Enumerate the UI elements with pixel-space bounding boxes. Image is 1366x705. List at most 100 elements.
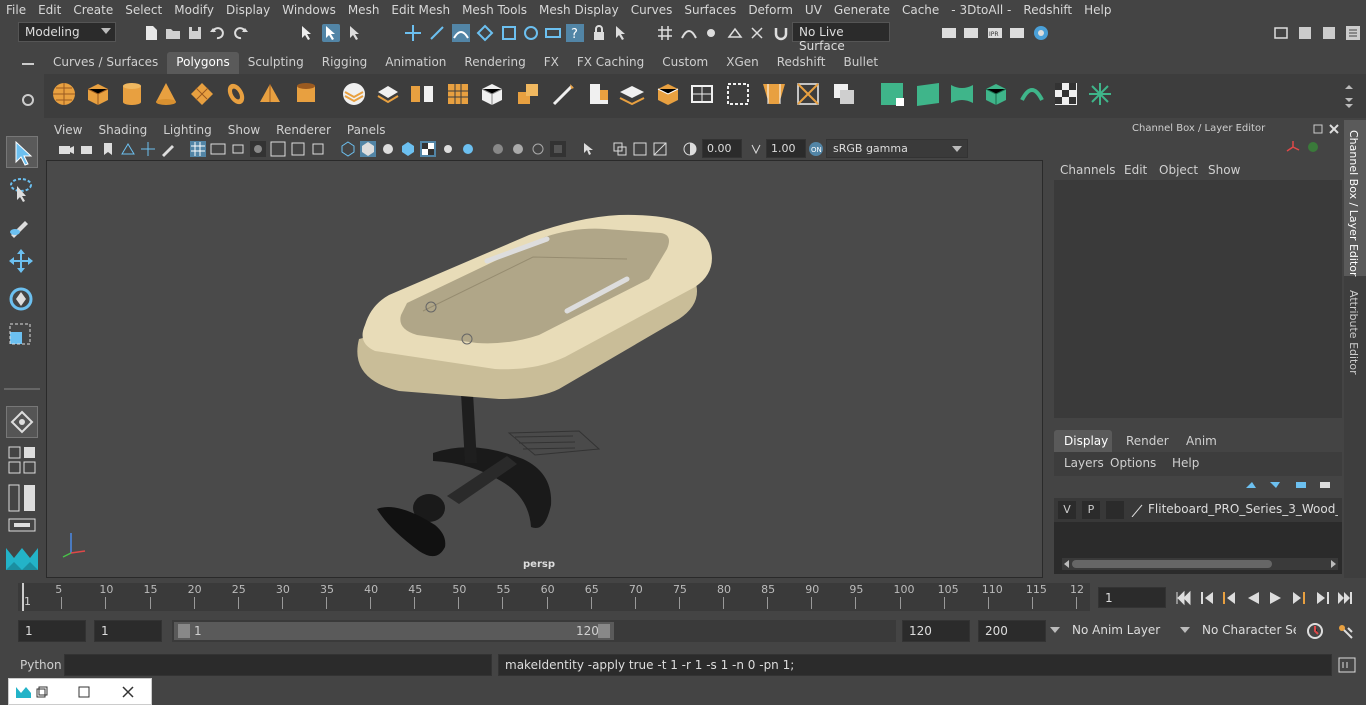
animation-preferences-icon[interactable] — [1336, 622, 1354, 640]
separate-icon[interactable] — [374, 80, 402, 108]
smooth-icon[interactable] — [444, 80, 472, 108]
live-surface-field[interactable]: No Live Surface — [792, 22, 890, 53]
range-slider-handle[interactable]: 1 120 — [174, 622, 614, 640]
menu-help[interactable]: Help — [1078, 3, 1117, 17]
rotate-tool[interactable] — [6, 284, 38, 316]
layer-color-swatch-icon[interactable] — [1130, 503, 1144, 517]
two-d-pan-icon[interactable] — [140, 141, 156, 157]
hypershade-icon[interactable] — [1032, 24, 1050, 42]
ipr-render-icon[interactable]: IPR — [986, 24, 1004, 42]
go-to-end-icon[interactable] — [1336, 589, 1354, 607]
menu-mesh[interactable]: Mesh — [342, 3, 386, 17]
last-used-tool[interactable] — [6, 406, 38, 438]
image-plane-icon[interactable] — [120, 141, 136, 157]
checker-map-icon[interactable] — [1052, 80, 1080, 108]
select-hierarchy-icon[interactable] — [298, 24, 316, 42]
sew-uv-icon[interactable] — [1018, 80, 1046, 108]
shelf-menu-icon[interactable] — [20, 56, 36, 72]
layer-playback-toggle[interactable]: P — [1082, 501, 1100, 519]
grease-pencil-icon[interactable] — [160, 141, 176, 157]
motion-blur-icon[interactable] — [510, 141, 526, 157]
field-chart-icon[interactable] — [270, 141, 286, 157]
move-layer-down-icon[interactable] — [1268, 478, 1286, 492]
fill-hole-icon[interactable] — [688, 80, 716, 108]
shelf-tab-fx[interactable]: FX — [535, 52, 568, 74]
scene-end-field[interactable]: 200 — [978, 620, 1046, 642]
restore-icon[interactable] — [35, 685, 49, 699]
menu-display[interactable]: Display — [220, 3, 276, 17]
current-frame-field[interactable]: 1 — [1098, 587, 1166, 608]
mirror-icon[interactable] — [408, 80, 436, 108]
new-layer-selected-icon[interactable] — [1318, 478, 1336, 492]
move-tool[interactable] — [6, 246, 38, 278]
tab-attribute-editor[interactable]: Attribute Editor — [1347, 290, 1360, 375]
snap-view-plane-icon[interactable] — [726, 24, 744, 42]
mode-selector[interactable]: Modeling — [18, 22, 116, 42]
menu-3dtoall[interactable]: - 3DtoAll - — [945, 3, 1017, 17]
resolution-gate-icon[interactable] — [230, 141, 246, 157]
new-layer-icon[interactable] — [1294, 478, 1312, 492]
viewport-menu-renderer[interactable]: Renderer — [268, 123, 339, 137]
viewport-menu-view[interactable]: View — [46, 123, 90, 137]
poly-pipe-icon[interactable] — [292, 80, 320, 108]
undo-icon[interactable] — [208, 24, 226, 42]
shelf-tab-curves-surfaces[interactable]: Curves / Surfaces — [44, 52, 167, 74]
render-frame-icon[interactable] — [962, 24, 980, 42]
color-management-icon[interactable]: ON — [808, 141, 824, 157]
shadows-icon[interactable] — [460, 141, 476, 157]
poly-cylinder-icon[interactable] — [118, 80, 146, 108]
select-by-dynamics-icon[interactable] — [522, 24, 540, 42]
gamma-icon[interactable] — [748, 141, 764, 157]
menu-deform[interactable]: Deform — [742, 3, 799, 17]
combine-icon[interactable] — [340, 80, 368, 108]
target-weld-icon[interactable] — [760, 80, 788, 108]
range-end-grip[interactable] — [598, 624, 610, 638]
poly-torus-icon[interactable] — [222, 80, 250, 108]
layer-visibility-toggle[interactable]: V — [1058, 501, 1076, 519]
shelf-settings-icon[interactable] — [20, 92, 36, 108]
shelf-tab-rigging[interactable]: Rigging — [313, 52, 376, 74]
single-view-layout-icon[interactable] — [8, 518, 38, 534]
anti-aliasing-icon[interactable] — [530, 141, 546, 157]
gate-mask-icon[interactable] — [250, 141, 266, 157]
highlight-select-icon[interactable] — [612, 24, 630, 42]
planar-map-icon[interactable] — [914, 80, 942, 108]
multi-cut-icon[interactable] — [550, 80, 578, 108]
step-forward-key-icon[interactable] — [1314, 589, 1332, 607]
select-by-surface-icon[interactable] — [476, 24, 494, 42]
viewport-menu-panels[interactable]: Panels — [339, 123, 394, 137]
close-icon[interactable] — [121, 685, 135, 699]
layer-scrollbar[interactable] — [1062, 558, 1338, 570]
exposure-icon[interactable] — [682, 141, 698, 157]
menu-modify[interactable]: Modify — [168, 3, 220, 17]
extrude-icon[interactable] — [514, 80, 542, 108]
chevron-down-icon[interactable] — [1050, 627, 1060, 633]
safe-title-icon[interactable] — [310, 141, 326, 157]
perspective-viewport[interactable]: persp — [46, 160, 1043, 578]
outliner-layout-icon[interactable] — [8, 484, 38, 514]
shelf-tab-custom[interactable]: Custom — [653, 52, 717, 74]
shelf-tab-sculpting[interactable]: Sculpting — [239, 52, 313, 74]
four-view-layout-icon[interactable] — [8, 446, 38, 476]
insert-edge-loop-icon[interactable] — [724, 80, 752, 108]
tab-display[interactable]: Display — [1054, 430, 1112, 452]
scroll-right-icon[interactable] — [1330, 559, 1338, 569]
chevron-down-icon[interactable] — [1180, 627, 1190, 633]
step-back-frame-icon[interactable] — [1220, 589, 1238, 607]
xray-components-icon[interactable] — [652, 141, 668, 157]
command-language-label[interactable]: Python — [20, 658, 62, 672]
select-tool[interactable] — [6, 136, 38, 168]
range-slider[interactable]: 1 120 — [172, 620, 896, 642]
open-scene-icon[interactable] — [164, 24, 182, 42]
layers-menu[interactable]: Layers — [1064, 456, 1104, 470]
move-layer-up-icon[interactable] — [1244, 478, 1262, 492]
menu-surfaces[interactable]: Surfaces — [678, 3, 742, 17]
step-forward-frame-icon[interactable] — [1290, 589, 1308, 607]
select-component-icon[interactable] — [346, 24, 364, 42]
channel-list[interactable] — [1054, 180, 1342, 418]
poly-prism-icon[interactable] — [256, 80, 284, 108]
scroll-left-icon[interactable] — [1062, 559, 1070, 569]
shelf-tab-animation[interactable]: Animation — [376, 52, 455, 74]
help-menu[interactable]: Help — [1172, 456, 1199, 470]
time-slider[interactable]: 1 5 10 15 20 25 30 35 40 45 50 55 60 65 70 75 80 85 90 95 10… — [18, 583, 1090, 611]
